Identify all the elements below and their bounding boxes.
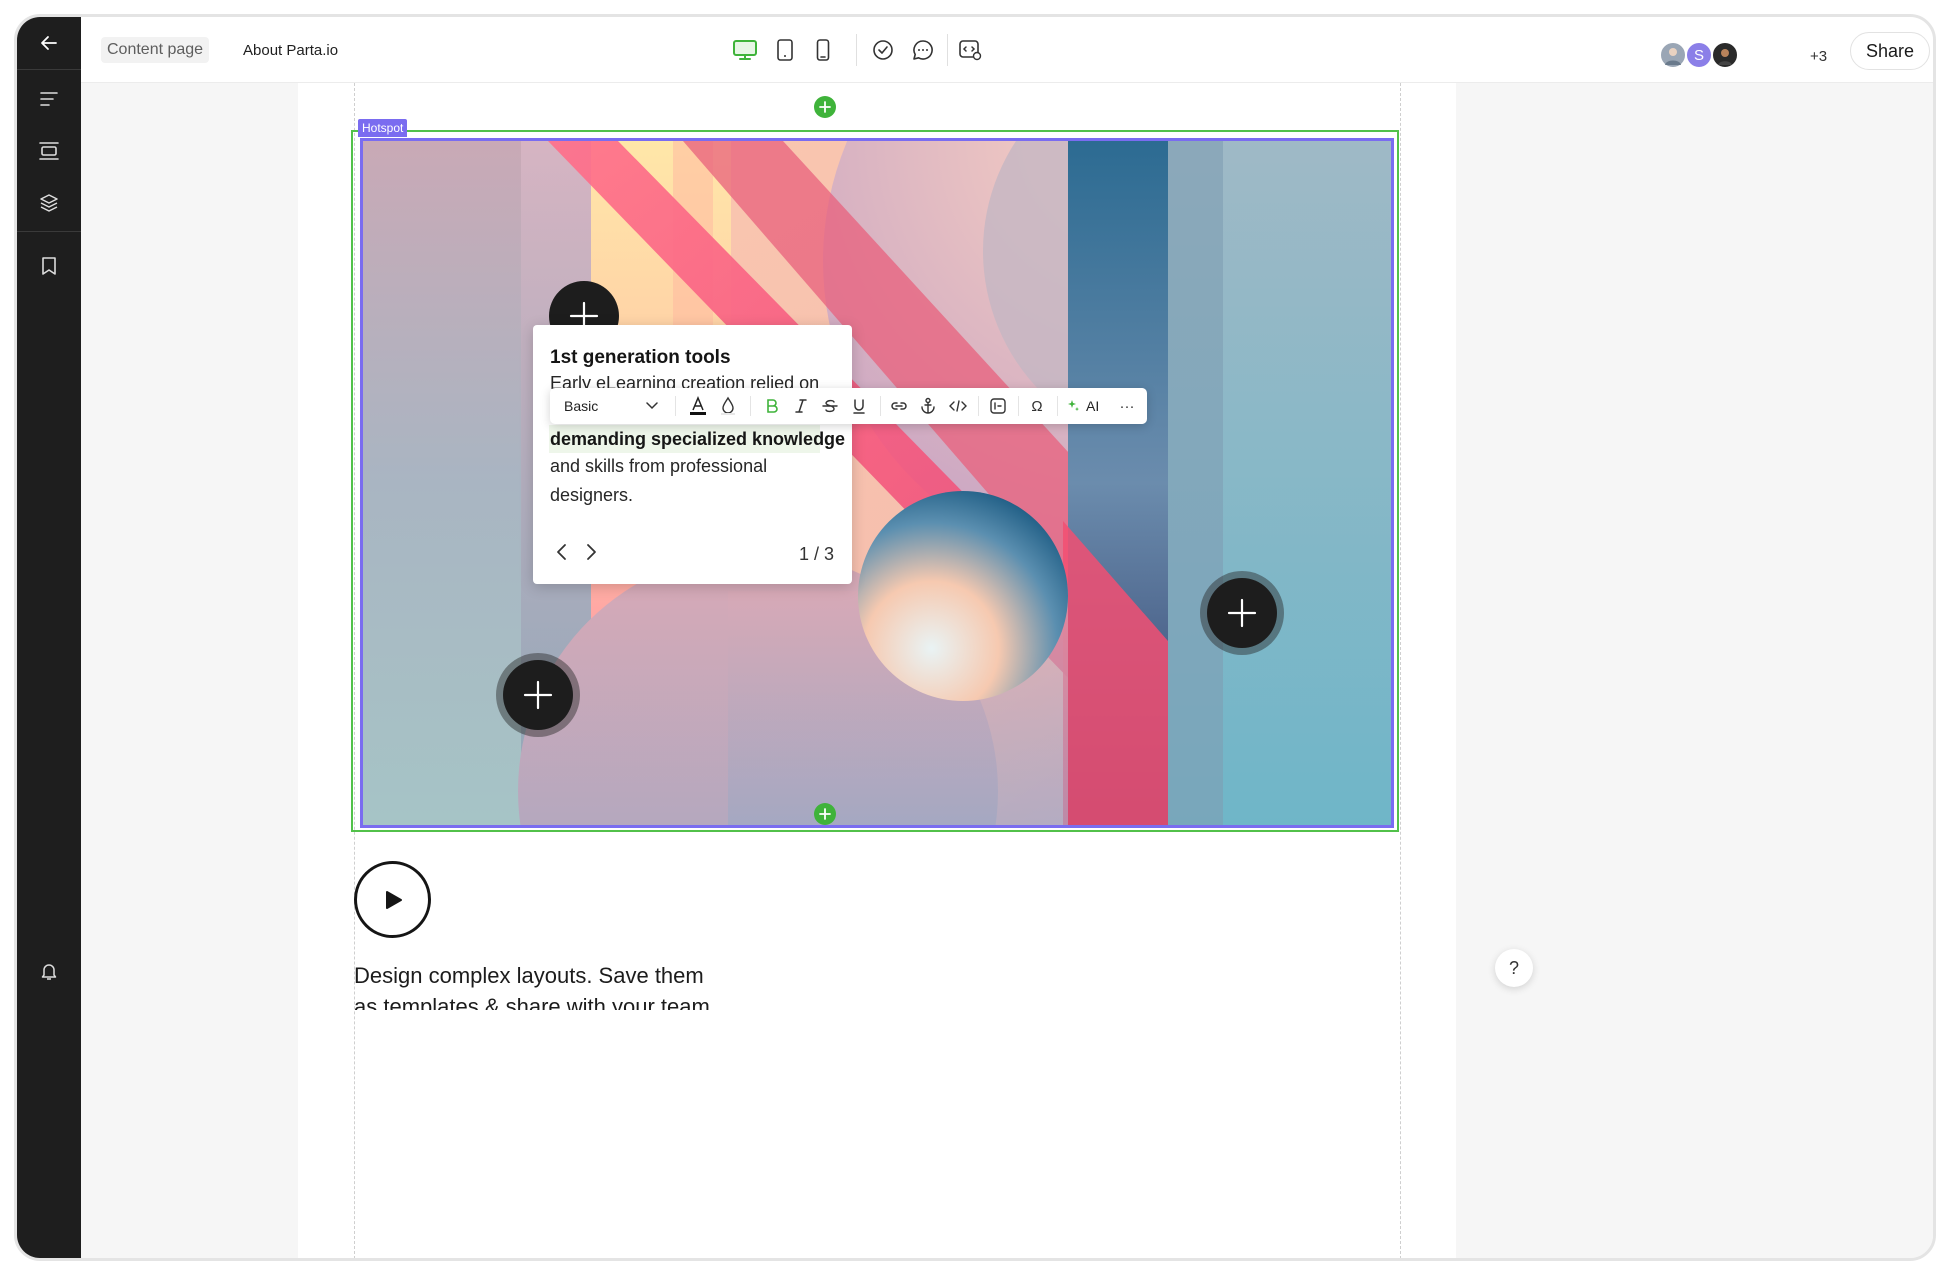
hotspot-pin[interactable] [503, 660, 573, 730]
left-rail [17, 17, 81, 1258]
add-block-above-button[interactable] [814, 96, 836, 118]
desktop-icon [733, 40, 757, 60]
hotspot-popover: 1st generation tools Early eLearning cre… [533, 325, 852, 584]
mobile-icon [816, 39, 830, 61]
popover-next-button[interactable] [581, 541, 603, 563]
chevron-down-icon [646, 402, 658, 410]
plus-icon [1227, 598, 1257, 628]
breadcrumb-section[interactable]: Content page [101, 37, 210, 63]
toolbar-divider [856, 34, 857, 66]
bookmarks-button[interactable] [17, 234, 81, 298]
rail-divider [17, 231, 81, 232]
user-photo-icon [1665, 48, 1681, 65]
arrow-left-icon [41, 36, 57, 50]
bookmark-icon [42, 257, 56, 275]
bold-icon [767, 399, 778, 413]
ai-assist-button[interactable]: AI [1067, 394, 1113, 418]
toolbar-divider [1057, 396, 1058, 416]
underline-button[interactable] [847, 394, 871, 418]
review-button[interactable] [867, 34, 899, 66]
underline-icon [853, 399, 865, 414]
toolbar-divider [978, 396, 979, 416]
style-dropdown-toggle[interactable] [640, 394, 664, 418]
breadcrumb-page-title[interactable]: About Parta.io [243, 37, 338, 63]
toolbar-divider [1018, 396, 1019, 416]
user-photo-icon [1718, 49, 1732, 65]
anchor-button[interactable] [916, 394, 940, 418]
text-color-button[interactable] [686, 394, 710, 418]
chevron-right-icon [587, 544, 596, 560]
hotspot-tag[interactable]: Hotspot [358, 119, 408, 137]
desktop-view-button[interactable] [729, 34, 761, 66]
plus-icon [523, 680, 553, 710]
bell-icon [41, 964, 57, 980]
special-character-button[interactable]: Ω [1025, 394, 1049, 418]
text-color-icon [690, 396, 706, 415]
share-button[interactable]: Share [1850, 32, 1930, 70]
comments-button[interactable] [907, 34, 939, 66]
code-icon [949, 400, 967, 412]
add-block-below-button[interactable] [814, 803, 836, 825]
content-text-line[interactable]: Design complex layouts. Save them [354, 963, 704, 989]
sparkle-icon [1068, 400, 1079, 411]
variable-box-icon [990, 398, 1006, 414]
collaborator-avatar[interactable]: S [1685, 41, 1713, 69]
text-style-select[interactable]: Basic [564, 398, 598, 414]
video-play-button[interactable] [354, 861, 431, 938]
top-bar: Content page About Parta.io S +3 Share [81, 17, 1933, 83]
popover-prev-button[interactable] [550, 541, 572, 563]
anchor-icon [921, 397, 935, 414]
strikethrough-button[interactable] [818, 394, 842, 418]
link-button[interactable] [887, 394, 911, 418]
toolbar-divider [947, 34, 948, 66]
collaborator-overflow-count[interactable]: +3 [1810, 48, 1827, 65]
app-viewport: Content page About Parta.io S +3 Share H… [14, 14, 1936, 1261]
code-window-icon [959, 40, 982, 61]
editor-canvas: Hotspot [81, 83, 1933, 1258]
chevron-left-icon [557, 544, 566, 560]
italic-icon [795, 399, 807, 413]
play-icon [385, 890, 402, 909]
ai-label: AI [1086, 398, 1100, 414]
variable-button[interactable] [986, 394, 1010, 418]
mobile-view-button[interactable] [807, 34, 839, 66]
collaborator-avatar[interactable] [1711, 41, 1739, 69]
comment-icon [913, 40, 933, 60]
plus-icon [819, 808, 831, 820]
italic-button[interactable] [789, 394, 813, 418]
content-text-line[interactable]: as templates & share with your team [354, 994, 710, 1010]
collaborator-avatar[interactable] [1659, 41, 1687, 69]
preview-code-button[interactable] [954, 34, 986, 66]
more-options-button[interactable]: ··· [1115, 394, 1139, 418]
plus-icon [819, 101, 831, 113]
popover-text-line[interactable]: designers. [550, 485, 633, 506]
code-button[interactable] [946, 394, 970, 418]
highlight-color-button[interactable] [716, 394, 740, 418]
popover-text-selected[interactable]: demanding specialized knowledge [550, 429, 845, 450]
tablet-view-button[interactable] [769, 34, 801, 66]
popover-pager: 1 / 3 [798, 544, 834, 564]
check-circle-icon [873, 40, 893, 60]
layers-icon [40, 194, 58, 212]
back-button[interactable] [17, 17, 81, 69]
toolbar-divider [675, 396, 676, 416]
help-button[interactable]: ? [1495, 949, 1533, 987]
text-lines-icon [40, 92, 58, 106]
hotspot-pin[interactable] [1207, 578, 1277, 648]
bold-button[interactable] [760, 394, 784, 418]
column-guide [1400, 83, 1401, 1258]
popover-title[interactable]: 1st generation tools [550, 347, 731, 369]
link-icon [891, 402, 907, 410]
notifications-button[interactable] [17, 939, 81, 1003]
app-window: Content page About Parta.io S +3 Share H… [0, 0, 1950, 1275]
popover-text-line[interactable]: and skills from professional [550, 456, 767, 477]
block-stack-icon [39, 142, 59, 160]
layers-button[interactable] [17, 171, 81, 235]
tablet-icon [777, 39, 793, 61]
strikethrough-icon [822, 399, 838, 413]
text-format-toolbar: Basic Ω AI ··· [550, 388, 1147, 424]
toolbar-divider [880, 396, 881, 416]
droplet-icon [721, 396, 735, 415]
toolbar-divider [750, 396, 751, 416]
